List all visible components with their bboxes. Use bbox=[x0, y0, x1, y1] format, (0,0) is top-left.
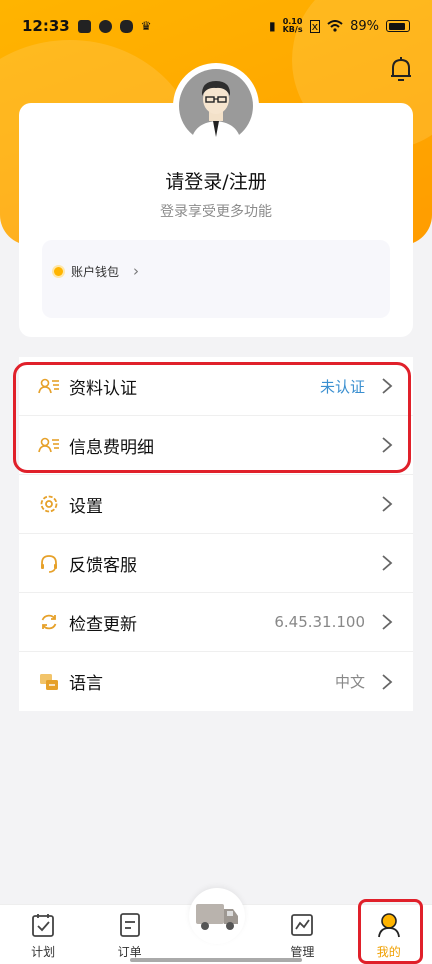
verification-status: 未认证 bbox=[319, 377, 365, 396]
login-subtitle: 登录享受更多功能 bbox=[160, 204, 272, 220]
net-speed-unit: KB/s bbox=[282, 25, 303, 34]
avatar[interactable] bbox=[176, 66, 256, 146]
chevron-right-icon bbox=[382, 378, 393, 394]
sim-icon: x bbox=[309, 19, 321, 33]
menu-item-check-update[interactable]: 检查更新 6.45.31.100 bbox=[19, 593, 413, 652]
chevron-right-icon bbox=[382, 555, 393, 571]
id-card-icon bbox=[37, 433, 61, 457]
order-icon bbox=[119, 913, 140, 937]
vibrate-icon: ▮ bbox=[268, 19, 276, 33]
status-time: 12:33 bbox=[22, 17, 70, 35]
chevron-right-icon bbox=[382, 673, 393, 690]
user-avatar-icon bbox=[179, 69, 253, 143]
bell-icon[interactable] bbox=[388, 56, 414, 84]
tab-manage[interactable]: 管理 bbox=[267, 904, 337, 964]
menu-list: 资料认证 未认证 信息费明细 设置 反馈客服 检查更新 6.45.31.100 bbox=[19, 357, 413, 711]
gear-icon bbox=[37, 492, 61, 516]
tab-mine[interactable]: 我的 bbox=[354, 904, 424, 964]
wifi-icon bbox=[327, 20, 343, 32]
menu-item-verification[interactable]: 资料认证 未认证 bbox=[19, 357, 413, 416]
login-title[interactable]: 请登录/注册 bbox=[19, 167, 413, 194]
chevron-right-icon bbox=[382, 496, 393, 512]
menu-item-language[interactable]: 语言 中文 bbox=[19, 652, 413, 711]
menu-label: 设置 bbox=[69, 496, 103, 517]
menu-label: 资料认证 bbox=[69, 378, 137, 399]
battery-icon bbox=[386, 20, 410, 32]
status-bar: 12:33 ♛ ▮ 0.10 KB/s x 89% bbox=[0, 0, 432, 52]
menu-item-fee-details[interactable]: 信息费明细 bbox=[19, 416, 413, 475]
language-icon bbox=[37, 670, 61, 694]
wallet-label: 账户钱包 bbox=[71, 264, 120, 279]
menu-label: 语言 bbox=[69, 674, 103, 694]
version-value: 6.45.31.100 bbox=[274, 613, 365, 631]
crown-icon: ♛ bbox=[140, 19, 152, 33]
chevron-right-icon bbox=[382, 437, 393, 453]
battery-text: 89% bbox=[350, 18, 379, 34]
wallet-dot-icon bbox=[54, 266, 63, 276]
wechat-icon bbox=[119, 19, 133, 33]
truck-icon bbox=[196, 904, 238, 930]
notification-icon bbox=[77, 19, 91, 33]
tab-label: 计划 bbox=[31, 945, 56, 959]
menu-label: 信息费明细 bbox=[69, 437, 154, 458]
plan-icon bbox=[32, 914, 55, 937]
menu-item-settings[interactable]: 设置 bbox=[19, 475, 413, 534]
home-indicator bbox=[130, 958, 302, 962]
truck-button[interactable] bbox=[189, 888, 245, 944]
tab-label: 我的 bbox=[376, 945, 401, 959]
profile-icon bbox=[377, 913, 400, 938]
chart-icon bbox=[291, 914, 314, 936]
wallet-box: 账户钱包 › bbox=[42, 240, 390, 318]
language-value: 中文 bbox=[334, 673, 365, 691]
tab-order[interactable]: 订单 bbox=[95, 904, 165, 964]
chevron-right-icon bbox=[382, 614, 393, 630]
menu-label: 反馈客服 bbox=[69, 555, 137, 576]
net-speed: 0.10 KB/s bbox=[283, 18, 303, 34]
menu-label: 检查更新 bbox=[69, 614, 137, 635]
tab-plan[interactable]: 计划 bbox=[8, 904, 78, 964]
headset-icon bbox=[37, 551, 61, 575]
menu-item-feedback[interactable]: 反馈客服 bbox=[19, 534, 413, 593]
refresh-icon bbox=[37, 610, 61, 634]
app-icon bbox=[98, 19, 112, 33]
id-card-icon bbox=[37, 374, 61, 398]
account-wallet-link[interactable]: 账户钱包 › bbox=[54, 262, 139, 280]
chevron-right-icon: › bbox=[133, 262, 140, 280]
